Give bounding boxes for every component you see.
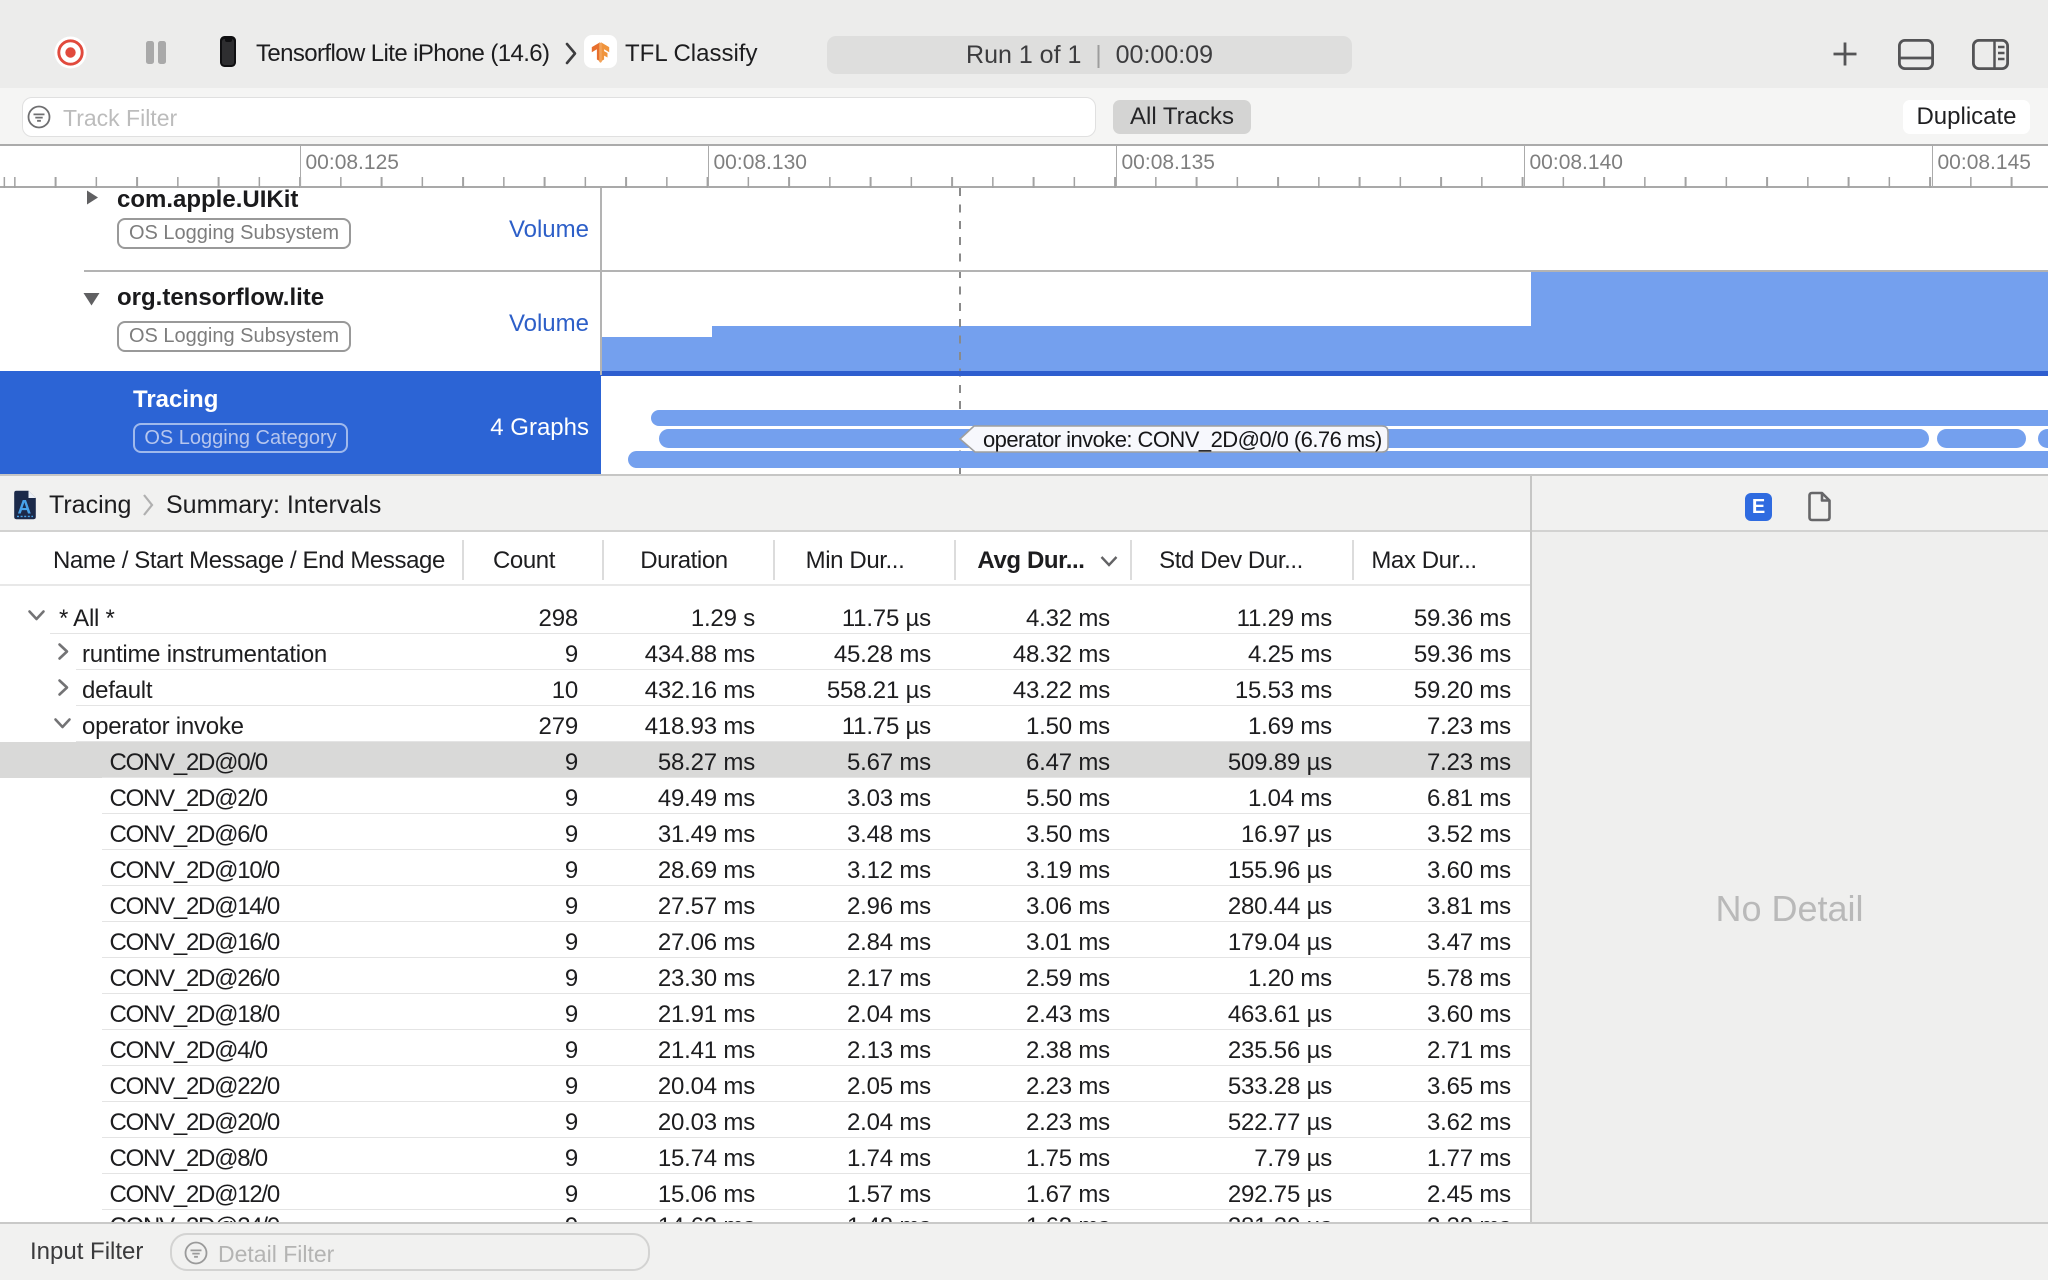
svg-text:A: A [18, 498, 32, 519]
